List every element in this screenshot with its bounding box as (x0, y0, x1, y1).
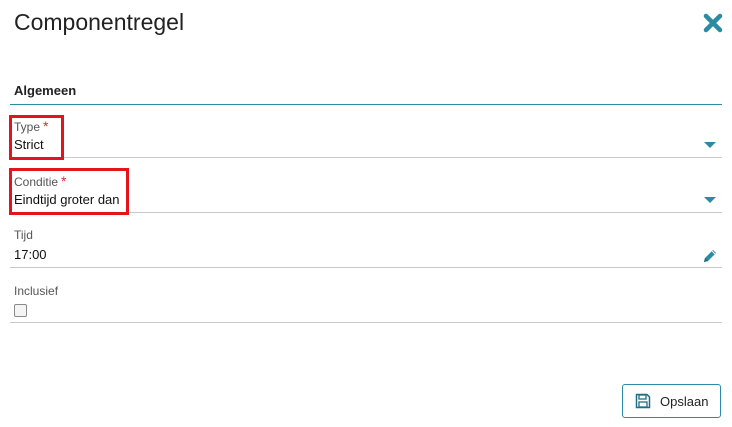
close-icon[interactable] (702, 12, 724, 34)
section-divider (10, 104, 722, 105)
inclusief-checkbox[interactable] (14, 304, 27, 317)
tijd-value: 17:00 (14, 247, 47, 262)
inclusief-field: Inclusief (10, 278, 722, 324)
required-marker: * (43, 118, 49, 134)
conditie-select[interactable]: Conditie * Eindtijd groter dan (10, 167, 722, 213)
conditie-label: Conditie * (14, 173, 67, 189)
chevron-down-icon[interactable] (704, 142, 716, 148)
floppy-disk-icon (635, 393, 651, 409)
type-select[interactable]: Type * Strict (10, 112, 722, 158)
conditie-value: Eindtijd groter dan (14, 192, 120, 207)
tijd-label: Tijd (14, 228, 33, 242)
chevron-down-icon[interactable] (704, 197, 716, 203)
inclusief-label: Inclusief (14, 284, 59, 298)
save-button[interactable]: Opslaan (622, 384, 721, 418)
field-underline (10, 267, 722, 268)
dialog-title: Componentregel (14, 9, 185, 35)
required-marker: * (61, 173, 67, 189)
type-label: Type * (14, 118, 49, 134)
tijd-field[interactable]: Tijd 17:00 (10, 222, 722, 268)
field-underline (10, 322, 722, 323)
field-underline (10, 212, 722, 213)
field-underline (10, 157, 722, 158)
section-title-algemeen: Algemeen (14, 83, 77, 98)
type-value: Strict (14, 137, 44, 152)
pencil-icon[interactable] (702, 248, 718, 264)
save-button-label: Opslaan (660, 393, 709, 409)
